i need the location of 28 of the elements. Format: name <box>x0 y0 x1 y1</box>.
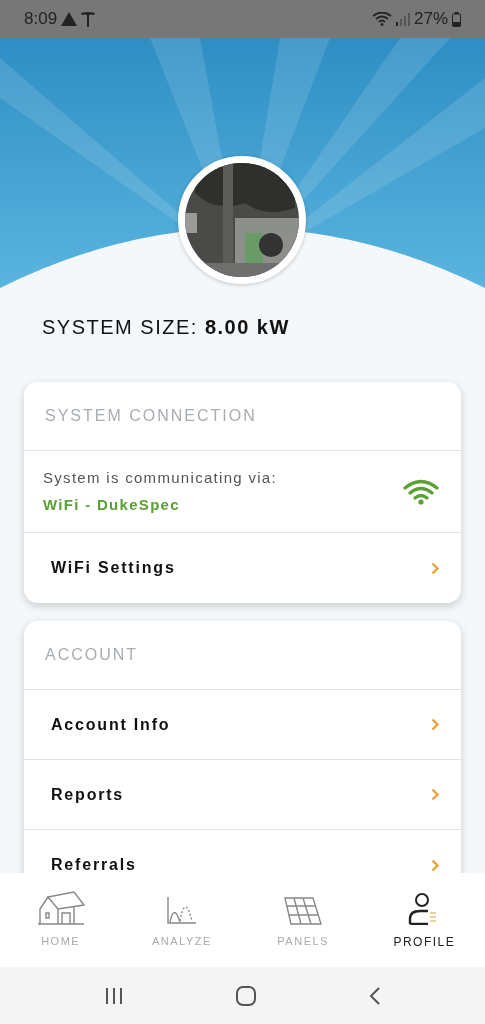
menu-item[interactable]: WiFi Settings <box>24 533 461 603</box>
menu-item[interactable]: Reports <box>24 760 461 830</box>
chevron-right-icon <box>431 858 439 872</box>
wifi-icon <box>403 478 439 505</box>
battery-icon <box>452 11 461 27</box>
home-button-icon[interactable] <box>235 985 256 1006</box>
chart-icon <box>165 895 198 925</box>
status-text: System is communicating via: <box>43 468 277 488</box>
back-icon[interactable] <box>368 986 381 1005</box>
system-size-text: SYSTEM SIZE: 8.00 kW <box>42 315 291 340</box>
section-title: ACCOUNT <box>45 645 139 665</box>
battery-percent: 27% <box>413 8 448 31</box>
solar-panel-icon <box>284 897 323 925</box>
wifi-signal-icon <box>371 12 392 26</box>
chevron-right-icon <box>431 788 439 801</box>
section-title: SYSTEM CONNECTION <box>45 406 257 426</box>
cell-signal-icon <box>395 12 410 26</box>
network-name: WiFi - DukeSpec <box>43 494 181 515</box>
t-logo-icon <box>81 11 96 27</box>
chevron-right-icon <box>431 718 439 731</box>
menu-item[interactable]: Referrals <box>24 830 461 873</box>
house-icon <box>35 891 86 925</box>
clock-time: 8:09 <box>24 8 58 31</box>
recent-apps-icon[interactable] <box>104 986 123 1005</box>
menu-item[interactable]: Account Info <box>24 690 461 760</box>
warning-icon <box>61 12 78 26</box>
tab[interactable]: PROFILE <box>363 873 485 967</box>
chevron-right-icon <box>431 561 439 575</box>
